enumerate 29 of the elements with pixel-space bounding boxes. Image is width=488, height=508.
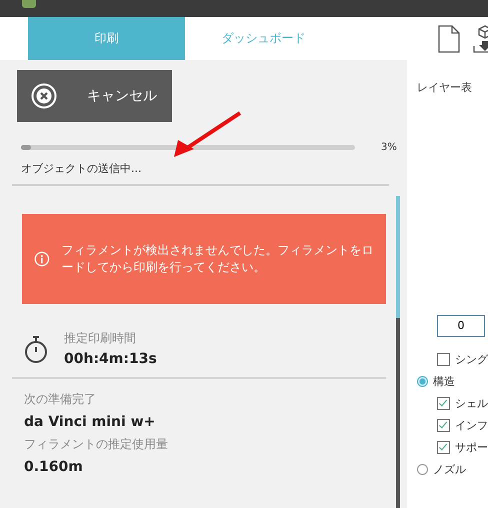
detail-label: フィラメントの推定使用量	[24, 436, 168, 453]
status-text: オブジェクトの送信中...	[12, 153, 389, 186]
checkbox-option[interactable]: インフ	[417, 418, 488, 433]
checkbox-option[interactable]: サポー	[417, 440, 488, 455]
progress-percent: 3%	[381, 142, 397, 153]
checkbox[interactable]	[437, 353, 450, 366]
new-file-icon[interactable]	[438, 24, 460, 52]
layer-input-field[interactable]: 0	[437, 315, 485, 337]
radio-button[interactable]	[417, 376, 428, 387]
detail-value: da Vinci mini w+	[24, 414, 156, 430]
detail-label: 次の準備完了	[24, 391, 96, 408]
checkbox-option[interactable]: シング	[417, 352, 488, 367]
estimate-label: 推定印刷時間	[64, 330, 137, 347]
radio-option[interactable]: 構造	[417, 374, 488, 389]
detail-value: 0.160m	[24, 459, 83, 475]
annotation-arrow	[172, 110, 244, 160]
radio-option[interactable]: ノズル	[417, 462, 488, 477]
cancel-button[interactable]: キャンセル	[17, 70, 172, 122]
checkbox[interactable]	[437, 441, 450, 454]
close-icon	[31, 83, 57, 109]
checkbox[interactable]	[437, 397, 450, 410]
panel-title: レイヤー表	[417, 80, 473, 96]
checkbox[interactable]	[437, 419, 450, 432]
checkbox-option[interactable]: シェル	[417, 396, 488, 411]
app-logo-icon	[22, 0, 36, 8]
radio-button[interactable]	[417, 464, 428, 475]
estimate-value: 00h:4m:13s	[64, 351, 157, 367]
scrollbar[interactable]	[396, 196, 400, 508]
alert-message: フィラメントが検出されませんでした。フィラメントをロードしてから印刷を行ってください。	[62, 242, 374, 276]
